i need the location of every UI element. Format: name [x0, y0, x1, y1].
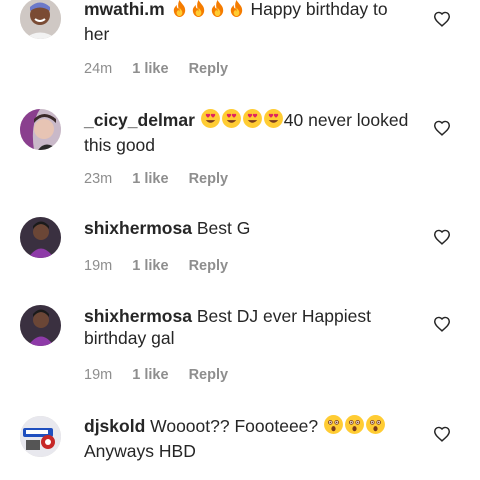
- heart-outline-icon[interactable]: [433, 426, 451, 442]
- heart-outline-icon[interactable]: [433, 11, 451, 27]
- comment-meta: 19m 1 like Reply: [84, 257, 228, 275]
- timestamp: 19m: [84, 258, 113, 274]
- comment-text: _cicy_delmar 40 never looked this good: [84, 108, 414, 156]
- heart-eyes-emoji: [200, 108, 221, 134]
- username[interactable]: shixhermosa: [84, 306, 192, 326]
- fire-emoji: [208, 0, 227, 23]
- avatar[interactable]: [20, 217, 61, 258]
- comment-text: djskold Woooot?? Foooteee? Anyways HBD: [84, 414, 414, 462]
- likes-count[interactable]: 1 like: [132, 171, 168, 187]
- heart-outline-icon[interactable]: [433, 316, 451, 332]
- comment-meta: 23m 1 like Reply: [84, 170, 228, 188]
- comment-text: shixhermosa Best DJ ever Happiest birthd…: [84, 305, 414, 349]
- fire-emoji: [170, 0, 189, 23]
- heart-eyes-emoji: [263, 108, 284, 134]
- timestamp: 24m: [84, 61, 113, 77]
- comment-body-continued: Anyways HBD: [84, 441, 196, 461]
- fire-emoji-group: [170, 0, 251, 19]
- timestamp: 19m: [84, 367, 113, 383]
- astonished-emoji: [365, 414, 386, 440]
- comment-body: Best G: [196, 218, 251, 238]
- avatar[interactable]: [20, 416, 61, 457]
- timestamp: 23m: [84, 171, 113, 187]
- fire-emoji: [189, 0, 208, 23]
- heart-outline-icon[interactable]: [433, 229, 451, 245]
- comment-list: mwathi.m Happy birthday to her 24m 1 lik…: [0, 0, 480, 480]
- avatar[interactable]: [20, 0, 61, 39]
- username[interactable]: _cicy_delmar: [84, 110, 195, 130]
- reply-button[interactable]: Reply: [189, 61, 229, 77]
- avatar[interactable]: [20, 305, 61, 346]
- fire-emoji: [227, 0, 246, 23]
- likes-count[interactable]: 1 like: [132, 367, 168, 383]
- likes-count[interactable]: 1 like: [132, 61, 168, 77]
- username[interactable]: djskold: [84, 416, 145, 436]
- comment-meta: 19m 1 like Reply: [84, 366, 228, 384]
- comment-body: Woooot?? Foooteee?: [150, 416, 324, 436]
- comment-text: mwathi.m Happy birthday to her: [84, 0, 414, 45]
- heart-outline-icon[interactable]: [433, 120, 451, 136]
- astonished-emoji: [344, 414, 365, 440]
- comment-meta: 24m 1 like Reply: [84, 60, 228, 78]
- avatar[interactable]: [20, 109, 61, 150]
- reply-button[interactable]: Reply: [189, 367, 229, 383]
- astonished-emoji-group: [323, 415, 386, 436]
- heart-eyes-emoji-group: [200, 109, 284, 130]
- username[interactable]: mwathi.m: [84, 0, 165, 19]
- username[interactable]: shixhermosa: [84, 218, 192, 238]
- comment-text: shixhermosa Best G: [84, 217, 414, 239]
- heart-eyes-emoji: [242, 108, 263, 134]
- reply-button[interactable]: Reply: [189, 258, 229, 274]
- likes-count[interactable]: 1 like: [132, 258, 168, 274]
- astonished-emoji: [323, 414, 344, 440]
- heart-eyes-emoji: [221, 108, 242, 134]
- reply-button[interactable]: Reply: [189, 171, 229, 187]
